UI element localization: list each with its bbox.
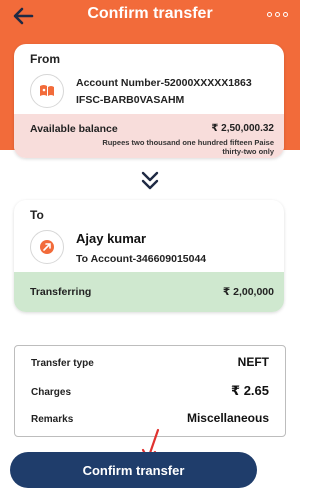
transfer-type-row: Transfer type NEFT xyxy=(31,355,269,369)
remarks-row: Remarks Miscellaneous xyxy=(31,411,269,425)
transferring-label: Transferring xyxy=(30,286,92,298)
remarks-value: Miscellaneous xyxy=(186,411,269,425)
payee-avatar-icon xyxy=(30,230,64,264)
transferring-section: Transferring ₹ 2,00,000 xyxy=(14,272,284,312)
available-balance-words: Rupees two thousand one hundred fifteen … xyxy=(102,138,274,156)
available-balance-value: ₹ 2,50,000.32 xyxy=(211,123,274,134)
remarks-label: Remarks xyxy=(31,414,74,425)
charges-label: Charges xyxy=(31,387,72,398)
page-title: Confirm transfer xyxy=(87,5,213,22)
to-label: To xyxy=(30,208,44,222)
bank-logo-icon xyxy=(30,74,64,108)
available-balance-label: Available balance xyxy=(30,123,118,135)
payee-account: To Account-346609015044 xyxy=(76,253,207,265)
to-card: To Ajay kumar To Account-346609015044 Tr… xyxy=(14,200,284,312)
charges-row: Charges ₹ 2.65 xyxy=(31,383,269,399)
from-ifsc: IFSC-BARB0VASAHM xyxy=(76,94,185,106)
more-options-icon[interactable] xyxy=(267,12,288,17)
transfer-type-value: NEFT xyxy=(237,355,269,369)
from-account-number: Account Number-52000XXXXX1863 xyxy=(76,77,252,89)
from-card: From Account Number-52000XXXXX1863 IFSC-… xyxy=(14,44,284,158)
confirm-transfer-button[interactable]: Confirm transfer xyxy=(10,452,257,488)
from-label: From xyxy=(30,52,60,66)
transfer-type-label: Transfer type xyxy=(31,358,94,369)
available-balance-section: Available balance ₹ 2,50,000.32 Rupees t… xyxy=(14,114,284,158)
charges-value: ₹ 2.65 xyxy=(231,383,269,398)
double-chevron-down-icon xyxy=(141,171,159,190)
payee-name: Ajay kumar xyxy=(76,231,147,246)
transferring-amount: ₹ 2,00,000 xyxy=(222,286,274,298)
transfer-details-box: Transfer type NEFT Charges ₹ 2.65 Remark… xyxy=(14,345,286,437)
